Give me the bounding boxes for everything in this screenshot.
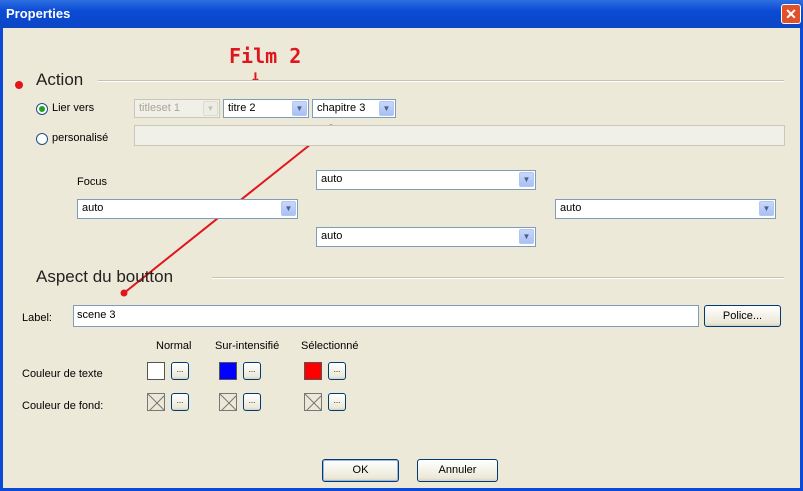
chevron-down-icon: ▼	[519, 172, 534, 187]
cancel-button[interactable]: Annuler	[417, 459, 498, 482]
custom-link-field[interactable]	[134, 125, 785, 146]
col-normal: Normal	[156, 340, 192, 352]
bg-color-highlight-button[interactable]: ...	[243, 393, 261, 411]
label-caption: Label:	[22, 312, 52, 324]
chevron-down-icon: ▼	[379, 101, 394, 116]
custom-radio[interactable]	[36, 133, 48, 145]
chevron-down-icon: ▼	[292, 101, 307, 116]
text-color-normal-swatch	[147, 362, 165, 380]
chevron-down-icon: ▼	[281, 201, 296, 216]
label-input[interactable]: scene 3	[73, 305, 699, 327]
bg-color-highlight-swatch	[219, 393, 237, 411]
window-frame	[0, 28, 803, 491]
film-annotation: Film 2	[229, 44, 302, 68]
annotation-arrow: ↓	[250, 66, 261, 87]
aspect-heading: Aspect du boutton	[36, 267, 174, 286]
chevron-down-icon: ▼	[519, 229, 534, 244]
bg-color-selected-button[interactable]: ...	[328, 393, 346, 411]
bg-color-normal-button[interactable]: ...	[171, 393, 189, 411]
chevron-down-icon: ▼	[203, 101, 218, 116]
text-color-label: Couleur de texte	[22, 368, 103, 380]
aspect-divider	[212, 277, 784, 279]
window-title: Properties	[6, 6, 71, 21]
text-color-highlight-button[interactable]: ...	[243, 362, 261, 380]
col-highlight: Sur-intensifié	[215, 340, 280, 352]
close-button[interactable]: ✕	[781, 4, 801, 24]
action-heading: Action	[36, 70, 84, 89]
link-radio-label: Lier vers	[52, 102, 95, 114]
text-color-highlight-swatch	[219, 362, 237, 380]
focus-right-select[interactable]: auto ▼	[555, 199, 776, 219]
focus-left-select[interactable]: auto ▼	[77, 199, 298, 219]
titleset-select[interactable]: titleset 1 ▼	[134, 99, 220, 118]
bg-color-selected-swatch	[304, 393, 322, 411]
ok-button[interactable]: OK	[322, 459, 399, 482]
text-color-selected-swatch	[304, 362, 322, 380]
action-divider	[98, 80, 784, 82]
font-button[interactable]: Police...	[704, 305, 781, 327]
bg-color-label: Couleur de fond:	[22, 400, 104, 412]
custom-radio-label: personalisé	[52, 132, 109, 144]
chapter-select[interactable]: chapitre 3 ▼	[312, 99, 396, 118]
title-bar: Properties ✕	[0, 0, 803, 28]
text-color-selected-button[interactable]: ...	[328, 362, 346, 380]
title-select[interactable]: titre 2 ▼	[223, 99, 309, 118]
bg-color-normal-swatch	[147, 393, 165, 411]
focus-label: Focus	[77, 176, 107, 188]
col-selected: Sélectionné	[301, 340, 359, 352]
close-icon: ✕	[785, 6, 797, 22]
text-color-normal-button[interactable]: ...	[171, 362, 189, 380]
focus-up-select[interactable]: auto ▼	[316, 170, 536, 190]
link-radio[interactable]	[36, 103, 48, 115]
focus-down-select[interactable]: auto ▼	[316, 227, 536, 247]
chevron-down-icon: ▼	[759, 201, 774, 216]
